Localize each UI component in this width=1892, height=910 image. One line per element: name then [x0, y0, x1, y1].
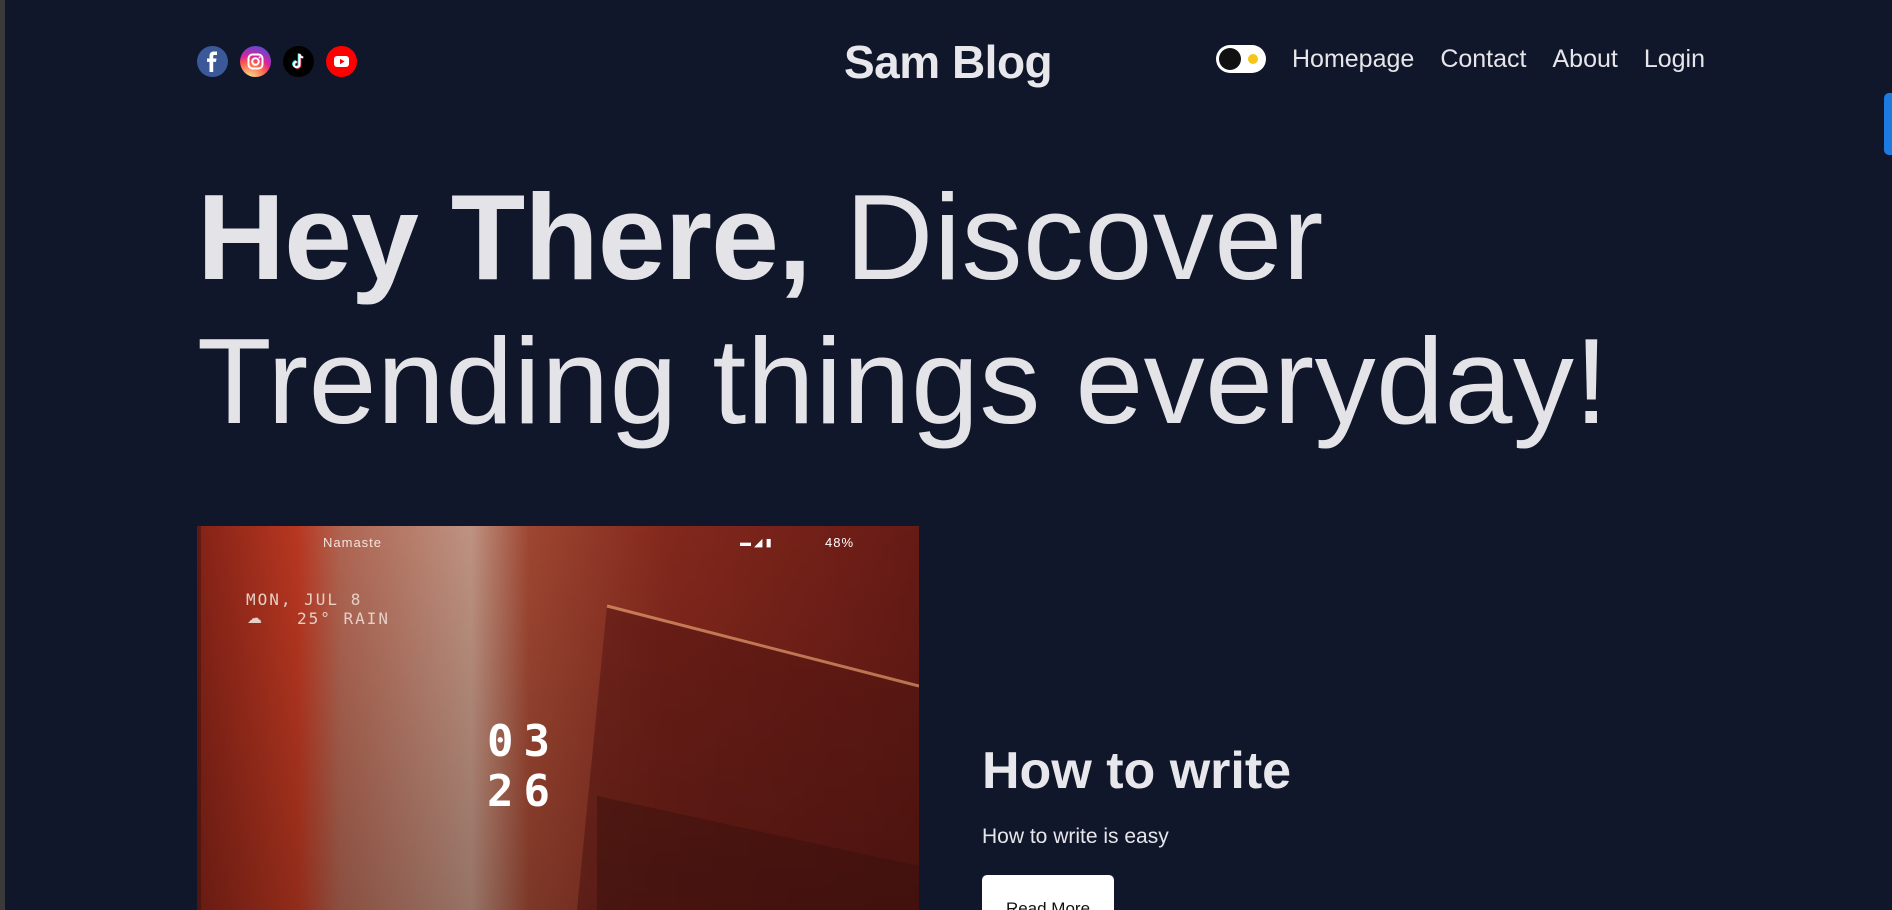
youtube-icon[interactable] — [326, 46, 357, 77]
battery-level: 48% — [825, 535, 855, 550]
nav-link-login[interactable]: Login — [1644, 44, 1705, 74]
navbar: Sam Blog Homepage Contact About Login — [197, 36, 1705, 88]
nav-link-contact[interactable]: Contact — [1440, 44, 1526, 74]
hero-heading: Hey There, Discover Trending things ever… — [197, 165, 1747, 453]
nav-link-about[interactable]: About — [1552, 44, 1617, 74]
signal-icon: ▬ ◢ ▮ — [740, 537, 772, 549]
theme-toggle[interactable] — [1216, 45, 1266, 73]
toggle-knob — [1219, 48, 1241, 70]
phone-greeting: Namaste — [323, 535, 383, 550]
post-title[interactable]: How to write — [982, 740, 1291, 802]
phone-weather: 25° RAIN — [297, 609, 391, 628]
post-image[interactable]: Namaste ▬ ◢ ▮ 48% MON, JUL 8 ☁ 25° RAIN … — [197, 526, 919, 910]
read-more-button[interactable]: Read More — [982, 875, 1114, 910]
instagram-icon[interactable] — [240, 46, 271, 77]
side-scroll-tab[interactable] — [1884, 93, 1892, 155]
main-nav: Homepage Contact About Login — [1216, 44, 1705, 74]
nav-link-homepage[interactable]: Homepage — [1292, 44, 1414, 74]
cloud-icon: ☁ — [247, 610, 262, 627]
window-left-edge — [0, 0, 5, 910]
facebook-icon[interactable] — [197, 46, 228, 77]
social-links — [197, 46, 357, 77]
sun-icon — [1248, 54, 1258, 64]
post-description: How to write is easy — [982, 825, 1169, 848]
site-title[interactable]: Sam Blog — [844, 36, 1053, 88]
clock-hour: 03 — [487, 716, 560, 767]
phone-date: MON, JUL 8 — [246, 590, 363, 609]
clock-minute: 26 — [487, 766, 560, 817]
hero-bold-text: Hey There, — [197, 169, 812, 305]
tiktok-icon[interactable] — [283, 46, 314, 77]
